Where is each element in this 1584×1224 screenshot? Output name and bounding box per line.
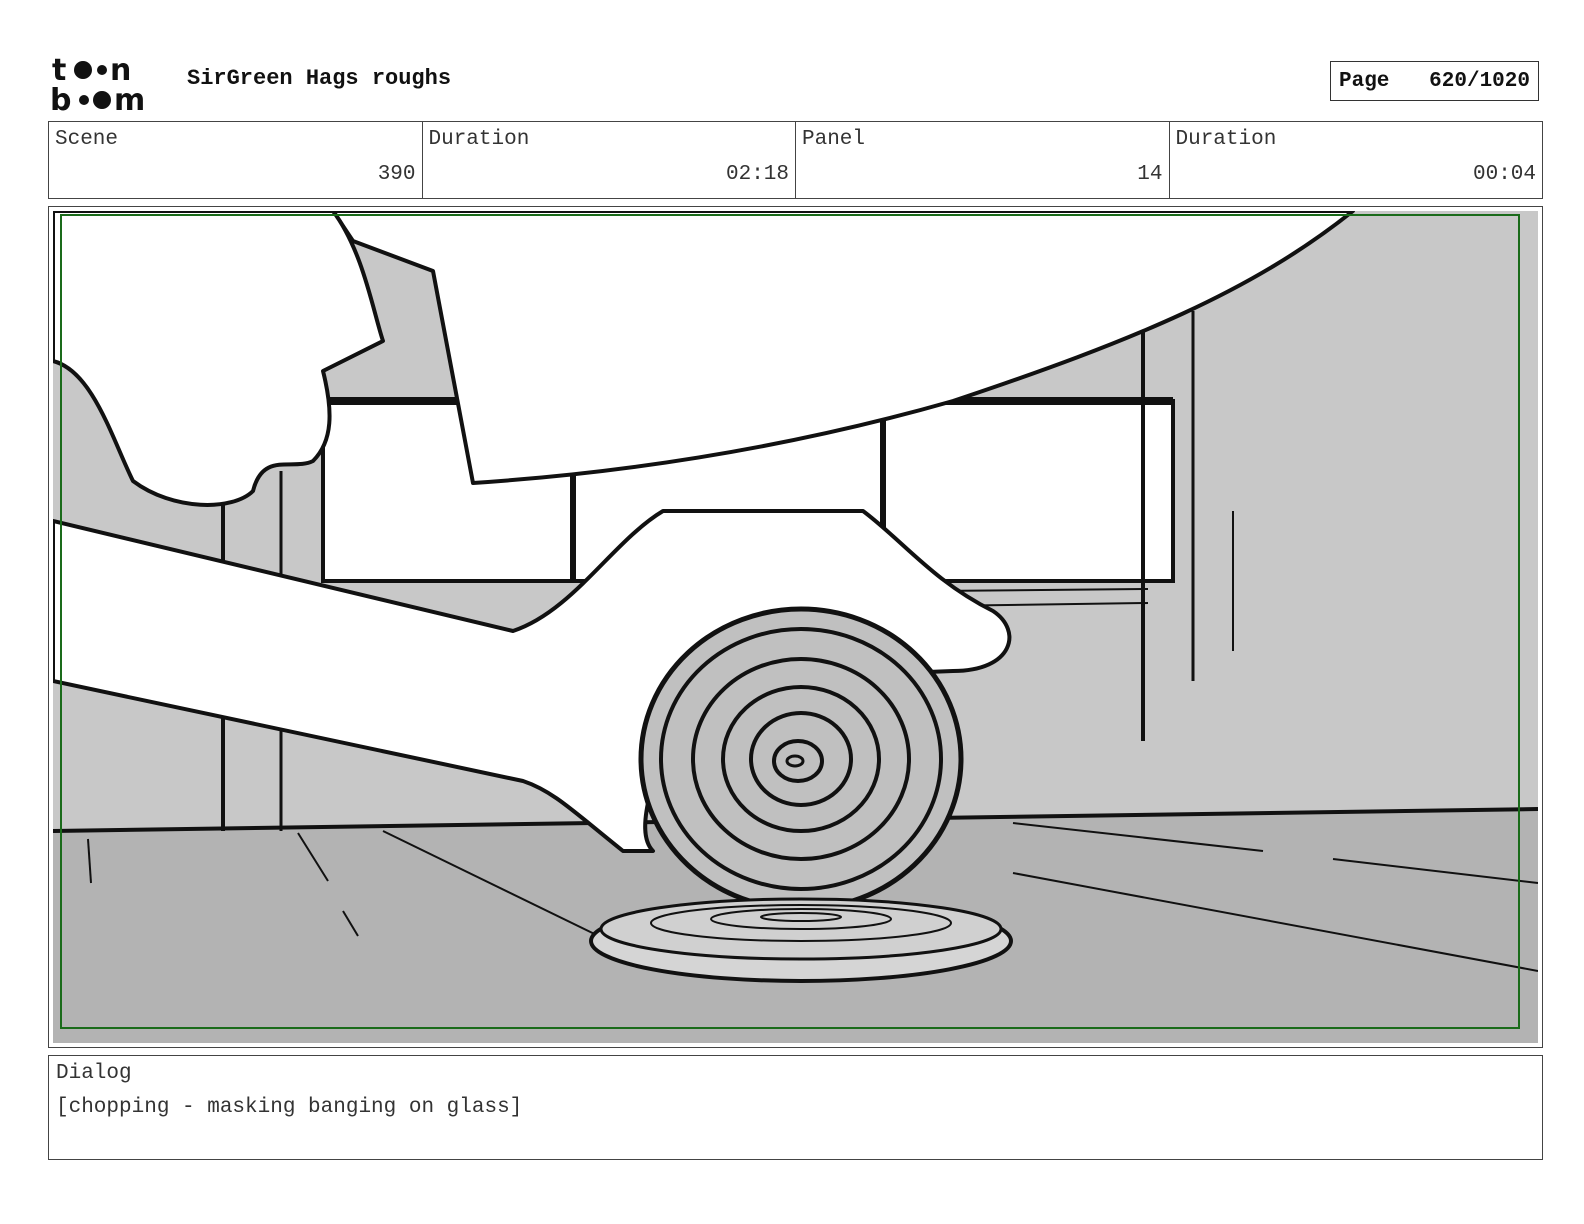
panel-cell: Panel 14 [796, 122, 1170, 198]
panel-value: 14 [1137, 163, 1163, 186]
scene-value: 390 [377, 163, 416, 186]
svg-text:b: b [50, 83, 71, 114]
dialog-box: Dialog [chopping - masking banging on gl… [48, 1055, 1543, 1160]
scene-label: Scene [55, 128, 119, 151]
svg-text:m: m [114, 83, 145, 114]
scene-duration-cell: Duration 02:18 [423, 122, 796, 198]
project-title: SirGreen Hags roughs [187, 66, 452, 91]
panel-drawing [53, 211, 1538, 1043]
page-number: 620/1020 [1429, 69, 1530, 93]
scene-info-row: Scene 390 Duration 02:18 Panel 14 Durati… [48, 121, 1543, 199]
dialog-label: Dialog [56, 1062, 132, 1085]
page-label: Page [1339, 69, 1390, 93]
scene-duration-value: 02:18 [725, 163, 789, 186]
panel-label: Panel [802, 128, 866, 151]
panel-duration-cell: Duration 00:04 [1170, 122, 1543, 198]
toonboom-logo: t n b m [50, 53, 145, 114]
storyboard-panel [48, 206, 1543, 1048]
panel-duration-label: Duration [1175, 128, 1277, 151]
scene-cell: Scene 390 [49, 122, 423, 198]
scene-duration-label: Duration [428, 128, 530, 151]
page-indicator: Page 620/1020 [1330, 61, 1539, 101]
dialog-text: [chopping - masking banging on glass] [56, 1096, 523, 1119]
panel-duration-value: 00:04 [1472, 163, 1536, 186]
